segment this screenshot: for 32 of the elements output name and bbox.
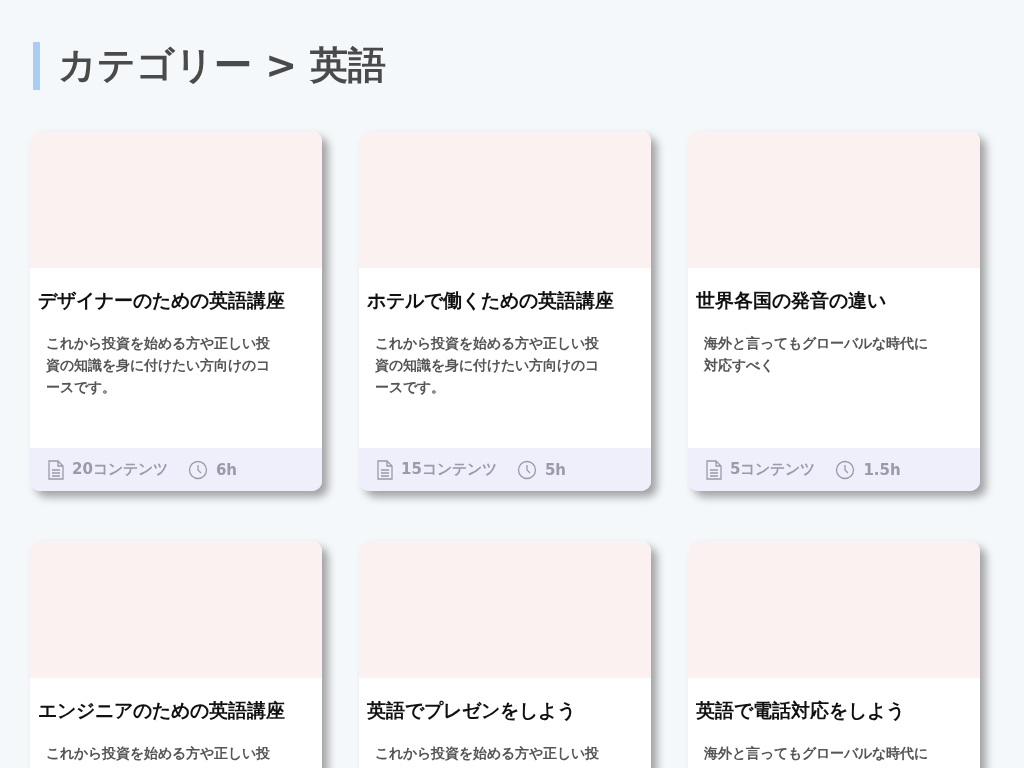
page-heading: カテゴリー > 英語 <box>58 42 387 89</box>
course-card[interactable]: 英語で電話対応をしよう 海外と言ってもグローバルな時代に <box>688 541 980 768</box>
course-description: これから投資を始める方や正しい投 <box>375 744 600 763</box>
course-description: 海外と言ってもグローバルな時代に対応すべく <box>704 334 929 375</box>
document-icon <box>377 459 393 480</box>
document-icon <box>706 459 722 480</box>
course-title: ホテルで働くための英語講座 <box>367 288 615 313</box>
document-icon <box>48 459 64 480</box>
contents-count: 15コンテンツ <box>401 460 497 479</box>
course-card[interactable]: 世界各国の発音の違い 海外と言ってもグローバルな時代に対応すべく 5コンテンツ 1.5h <box>688 131 980 491</box>
course-title: 英語で電話対応をしよう <box>696 698 906 723</box>
clock-icon <box>835 459 856 480</box>
course-card[interactable]: ホテルで働くための英語講座 これから投資を始める方や正しい投資の知識を身に付けたい方向けのコースです。 15コンテンツ 5h <box>359 131 651 491</box>
course-card[interactable]: デザイナーのための英語講座 これから投資を始める方や正しい投資の知識を身に付けたい方向けのコースです。 20コンテンツ 6h <box>30 131 322 491</box>
course-description: これから投資を始める方や正しい投資の知識を身に付けたい方向けのコースです。 <box>46 334 271 397</box>
course-card[interactable]: 英語でプレゼンをしよう これから投資を始める方や正しい投 <box>359 541 651 768</box>
heading-accent-bar <box>33 41 40 90</box>
course-description: 海外と言ってもグローバルな時代に <box>704 744 929 763</box>
duration: 5h <box>544 460 566 479</box>
course-title: 世界各国の発音の違い <box>696 288 887 313</box>
duration: 1.5h <box>863 460 901 479</box>
course-title: 英語でプレゼンをしよう <box>367 698 577 723</box>
course-description: これから投資を始める方や正しい投資の知識を身に付けたい方向けのコースです。 <box>375 334 600 397</box>
course-card[interactable]: エンジニアのための英語講座 これから投資を始める方や正しい投 <box>30 541 322 768</box>
contents-count: 20コンテンツ <box>72 460 168 479</box>
clock-icon <box>516 459 537 480</box>
course-description: これから投資を始める方や正しい投 <box>46 744 271 763</box>
course-title: エンジニアのための英語講座 <box>38 698 286 723</box>
clock-icon <box>187 459 208 480</box>
duration: 6h <box>215 460 237 479</box>
contents-count: 5コンテンツ <box>730 460 816 479</box>
course-title: デザイナーのための英語講座 <box>38 288 286 313</box>
